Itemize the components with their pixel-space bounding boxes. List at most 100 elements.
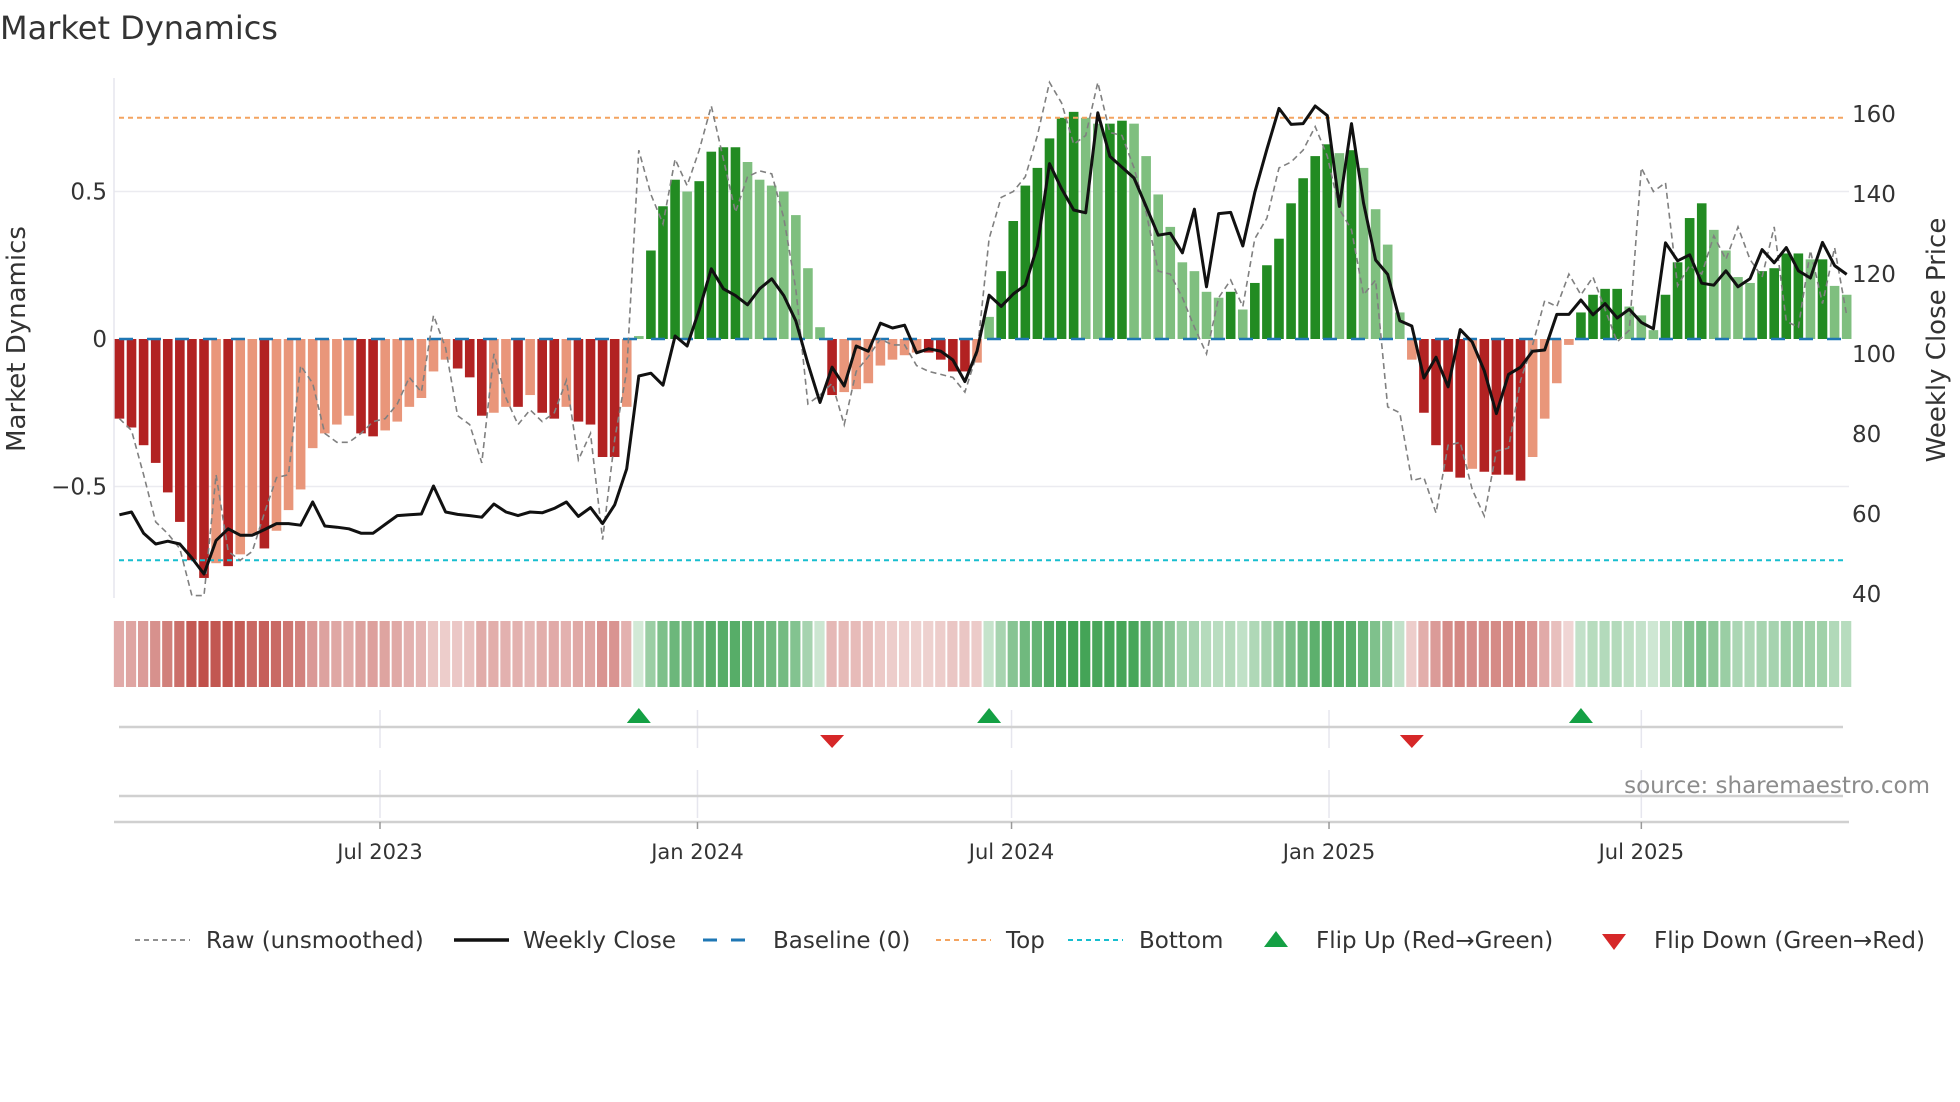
heat-cell	[609, 621, 620, 687]
flip-up-marker	[626, 708, 651, 723]
dynamics-bar	[513, 339, 523, 407]
dynamics-bar	[1696, 203, 1707, 339]
heat-cell	[500, 621, 511, 687]
heat-cell	[524, 621, 535, 687]
heat-cell	[1164, 621, 1175, 687]
heat-cell	[1490, 621, 1501, 687]
dynamics-bar	[706, 151, 717, 339]
heat-cell	[717, 621, 728, 687]
dynamics-bar	[1841, 294, 1852, 339]
dynamics-bar	[1250, 282, 1260, 339]
heat-cell	[1599, 621, 1610, 687]
dynamics-bar	[1008, 221, 1019, 339]
dynamics-bar	[658, 206, 668, 339]
heat-cell	[343, 621, 354, 687]
dynamics-bar	[356, 339, 366, 434]
heat-cell	[1841, 621, 1852, 687]
heat-cell	[1200, 621, 1212, 687]
heat-cell	[1804, 621, 1816, 687]
heat-cell	[741, 621, 753, 687]
y2-tick-label: 40	[1852, 582, 1881, 608]
heat-cell	[1720, 621, 1731, 687]
dynamics-bar	[307, 339, 318, 449]
heat-cell	[1237, 621, 1248, 687]
heat-cell	[1152, 621, 1163, 687]
dynamics-bar	[150, 339, 161, 463]
heat-cell	[1527, 621, 1538, 687]
heat-cell	[1212, 621, 1224, 687]
heat-cell	[693, 621, 704, 687]
heat-cell	[826, 621, 837, 687]
heat-cell	[162, 621, 173, 687]
dynamics-bar	[489, 339, 499, 413]
heat-cell	[1357, 621, 1369, 687]
heat-cell	[790, 621, 801, 687]
legend-top-label: Top	[1005, 928, 1045, 954]
heat-cell	[1744, 621, 1755, 687]
dynamics-bar	[428, 339, 439, 372]
dynamics-bar	[138, 339, 149, 446]
heat-cell	[1261, 621, 1272, 687]
bars	[114, 111, 1852, 578]
dynamics-bar	[380, 339, 390, 431]
heat-cell	[1297, 621, 1308, 687]
heat-cell	[705, 621, 716, 687]
dynamics-bar	[1117, 120, 1127, 339]
heat-cell	[1732, 621, 1743, 687]
heat-cell	[331, 621, 342, 687]
heat-cell	[850, 621, 861, 687]
heat-cell	[754, 621, 765, 687]
y2-tick-label: 60	[1852, 502, 1881, 528]
dynamics-bar	[1479, 339, 1490, 472]
heat-cell	[959, 621, 970, 687]
heat-cell	[198, 621, 209, 687]
chart-title: Market Dynamics	[0, 9, 278, 47]
heat-cell	[1176, 621, 1187, 687]
heat-cell	[898, 621, 910, 687]
dynamics-bar	[271, 339, 282, 531]
dynamics-bar	[875, 339, 886, 366]
heat-cell	[645, 621, 656, 687]
heat-cell	[1647, 621, 1659, 687]
dynamics-bar	[1648, 330, 1659, 339]
heat-cell	[1671, 621, 1683, 687]
heat-cell	[862, 621, 873, 687]
heat-cell	[1418, 621, 1429, 687]
dynamics-bar	[754, 179, 765, 339]
dynamics-bar	[1213, 297, 1224, 339]
heat-cell	[1816, 621, 1828, 687]
heat-cell	[886, 621, 898, 687]
heat-cell	[1273, 621, 1284, 687]
dynamics-bar	[1576, 312, 1586, 339]
heat-cell	[1055, 621, 1067, 687]
heat-cell	[1080, 621, 1091, 687]
dynamics-bar	[1141, 156, 1151, 339]
heat-cell	[186, 621, 197, 687]
dynamics-bar	[199, 339, 209, 578]
heat-cell	[1333, 621, 1344, 687]
heat-cell	[766, 621, 777, 687]
heat-cell	[488, 621, 499, 687]
heat-cell	[802, 621, 813, 687]
dynamics-bar	[1757, 271, 1767, 339]
dynamics-bar	[585, 339, 596, 425]
dynamics-bar	[1020, 185, 1031, 339]
heat-cell	[258, 621, 269, 687]
heat-cell	[452, 621, 463, 687]
heat-cell	[669, 621, 680, 687]
dynamics-bar	[344, 339, 354, 416]
x-tick-label: Jul 2024	[967, 840, 1054, 864]
heat-cell	[633, 621, 644, 687]
heat-cell	[778, 621, 789, 687]
heat-cell	[1611, 621, 1622, 687]
heat-cell	[355, 621, 366, 687]
heat-cell	[464, 621, 475, 687]
y-tick-label: 0	[92, 327, 107, 353]
y2-tick-label: 160	[1852, 102, 1896, 128]
heat-cell	[1502, 621, 1514, 687]
legend: Raw (unsmoothed) Weekly Close Baseline (0)…	[135, 928, 1925, 954]
dynamics-bar	[1515, 339, 1526, 481]
dynamics-bar	[404, 339, 415, 407]
legend-flip-down-label: Flip Down (Green→Red)	[1654, 928, 1925, 954]
dynamics-bar	[1684, 218, 1695, 339]
